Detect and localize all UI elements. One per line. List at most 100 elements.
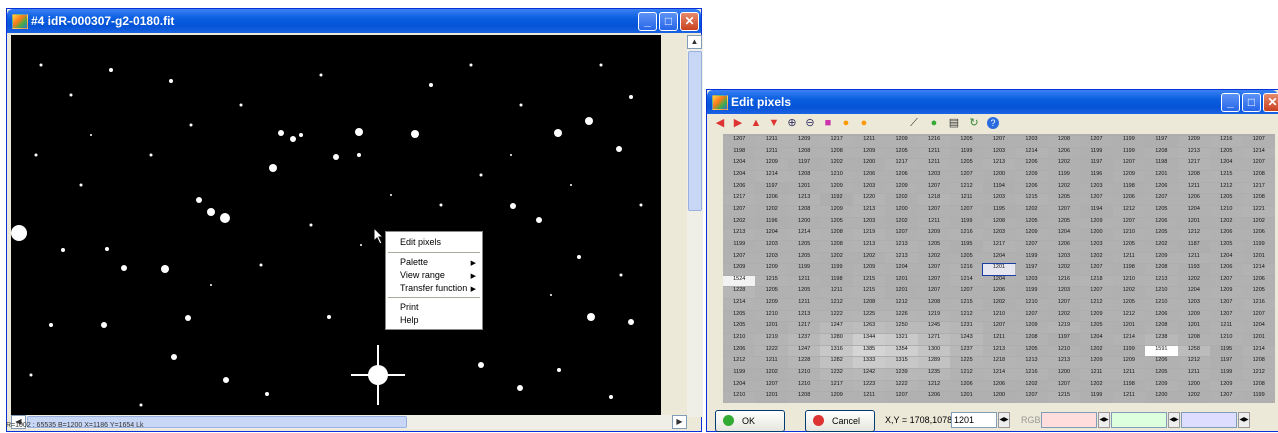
pixel-cell[interactable]: 1205 — [1080, 322, 1113, 334]
pixel-cell[interactable]: 1223 — [852, 380, 886, 392]
pixel-cell[interactable]: 1209 — [1177, 310, 1211, 322]
pixel-cell[interactable]: 1214 — [950, 275, 983, 287]
minimize-button[interactable]: _ — [638, 12, 657, 31]
pixel-cell[interactable]: 1209 — [1080, 310, 1113, 322]
pixel-cell[interactable]: 1209 — [885, 136, 918, 147]
pixel-cell[interactable]: 1591 — [1145, 345, 1178, 357]
pixel-cell[interactable]: 1211 — [1210, 322, 1243, 334]
rectangle-icon[interactable]: ■ — [821, 116, 835, 130]
pixel-cell[interactable]: 1207 — [1242, 159, 1275, 170]
pixel-cell[interactable]: 1195 — [1210, 345, 1243, 357]
pixel-cell[interactable]: 1203 — [1080, 182, 1113, 194]
pixel-cell[interactable]: 1218 — [917, 194, 951, 205]
pixel-cell[interactable]: 1315 — [885, 357, 918, 369]
pixel-cell[interactable]: 1203 — [1177, 299, 1211, 310]
pixel-cell[interactable]: 1213 — [852, 205, 886, 217]
pixel-cell[interactable]: 1232 — [820, 369, 853, 380]
pixel-cell[interactable]: 1354 — [885, 345, 918, 357]
pixel-cell[interactable]: 1199 — [1015, 252, 1048, 264]
printer-icon[interactable]: ▤ — [947, 116, 961, 130]
pixel-cell[interactable]: 1211 — [1112, 369, 1146, 380]
pixel-cell[interactable]: 1208 — [1145, 322, 1178, 334]
pixel-cell[interactable]: 1206 — [1047, 240, 1081, 252]
pixel-cell[interactable]: 1212 — [950, 369, 983, 380]
pixel-cell[interactable]: 1199 — [950, 217, 983, 229]
pixel-cell[interactable]: 1207 — [1210, 299, 1243, 310]
pixel-cell[interactable]: 1200 — [787, 217, 821, 229]
pixel-cell[interactable]: 1214 — [1242, 345, 1275, 357]
pixel-cell[interactable]: 1217 — [1177, 159, 1211, 170]
pixel-cell[interactable]: 1205 — [1242, 287, 1275, 299]
pixel-cell[interactable]: 1235 — [917, 369, 951, 380]
pixel-cell[interactable]: 1208 — [820, 147, 853, 159]
pixel-cell[interactable]: 1194 — [1080, 205, 1113, 217]
pixel-cell[interactable]: 1216 — [1210, 136, 1243, 147]
pixel-cell[interactable]: 1202 — [1080, 345, 1113, 357]
pixel-cell[interactable]: 1203 — [917, 170, 951, 182]
fit-image-window[interactable]: #4 idR-000307-g2-0180.fit _ □ ✕ ▲ ◀ ▶ — [6, 8, 703, 432]
pixel-cell[interactable]: 1211 — [852, 136, 886, 147]
pixel-cell[interactable]: 1205 — [1112, 240, 1146, 252]
pixel-cell[interactable]: 1202 — [982, 299, 1016, 310]
pixel-cell[interactable]: 1199 — [820, 264, 853, 275]
pixel-cell[interactable]: 1215 — [1015, 194, 1048, 205]
pixel-cell[interactable]: 1208 — [1242, 380, 1275, 392]
pixel-cell[interactable]: 1228 — [723, 287, 756, 299]
pixel-cell[interactable]: 1282 — [820, 357, 853, 369]
pixel-cell[interactable]: 1205 — [787, 287, 821, 299]
pixel-cell[interactable]: 1222 — [885, 380, 918, 392]
pixel-cell[interactable]: 1214 — [723, 299, 756, 310]
cancel-button[interactable]: Cancel — [805, 410, 875, 432]
pixel-cell[interactable]: 1205 — [950, 136, 983, 147]
menu-item-print[interactable]: Print — [400, 302, 419, 312]
pixel-cell[interactable]: 1211 — [1112, 252, 1146, 264]
pixel-cell[interactable]: 1217 — [885, 159, 918, 170]
blue-spinner[interactable]: ◀▶ — [1238, 412, 1250, 428]
pixel-cell[interactable]: 1207 — [1080, 136, 1113, 147]
pixel-cell[interactable]: 1225 — [950, 357, 983, 369]
pixel-cell[interactable]: 1216 — [1015, 369, 1048, 380]
pixel-cell[interactable]: 1202 — [1047, 182, 1081, 194]
pixel-cell[interactable]: 1205 — [1210, 240, 1243, 252]
edit-pixels-titlebar[interactable]: Edit pixels _ □ ✕ — [707, 90, 1278, 114]
pixel-cell[interactable]: 1208 — [787, 147, 821, 159]
green-value-field[interactable] — [1111, 412, 1167, 428]
pixel-cell[interactable]: 1203 — [1015, 136, 1048, 147]
pixel-cell[interactable]: 1344 — [852, 334, 886, 345]
pixel-cell[interactable]: 1206 — [852, 170, 886, 182]
pixel-cell[interactable]: 1210 — [723, 334, 756, 345]
pixel-cell[interactable]: 1199 — [723, 369, 756, 380]
pixel-cell[interactable]: 1201 — [1177, 217, 1211, 229]
pixel-cell[interactable]: 1210 — [1015, 299, 1048, 310]
pixel-cell[interactable]: 1203 — [755, 252, 788, 264]
arrow-down-icon[interactable]: ▼ — [767, 116, 781, 130]
pixel-cell[interactable]: 1203 — [1047, 287, 1081, 299]
pixel-cell[interactable]: 1198 — [1145, 159, 1178, 170]
pixel-cell[interactable]: 1205 — [787, 252, 821, 264]
pixel-cell[interactable]: 1205 — [1015, 345, 1048, 357]
pixel-cell[interactable]: 1211 — [755, 147, 788, 159]
pixel-cell[interactable]: 1213 — [1047, 357, 1081, 369]
pixel-cell[interactable]: 1196 — [755, 217, 788, 229]
pixel-cell[interactable]: 1197 — [787, 159, 821, 170]
pixel-cell[interactable]: 1221 — [1242, 205, 1275, 217]
pixel-cell[interactable]: 1205 — [1145, 369, 1178, 380]
pixel-cell[interactable]: 1219 — [917, 310, 951, 322]
value-spinner[interactable]: ◀▶ — [998, 412, 1010, 428]
pixel-cell[interactable]: 1209 — [852, 264, 886, 275]
pixel-cell[interactable]: 1207 — [1047, 205, 1081, 217]
pixel-cell[interactable]: 1222 — [820, 310, 853, 322]
pixel-cell[interactable]: 1207 — [1015, 310, 1048, 322]
pixel-cell[interactable]: 1209 — [1210, 380, 1243, 392]
pixel-cell[interactable]: 1237 — [787, 334, 821, 345]
pixel-cell[interactable]: 1212 — [1080, 299, 1113, 310]
orange-circle-2-icon[interactable]: ● — [857, 116, 871, 130]
pixel-cell[interactable]: 1333 — [852, 357, 886, 369]
pixel-cell[interactable]: 1210 — [755, 310, 788, 322]
pixel-cell[interactable]: 1200 — [982, 170, 1016, 182]
pixel-cell[interactable]: 1202 — [1145, 240, 1178, 252]
pixel-cell[interactable]: 1204 — [723, 170, 756, 182]
pixel-cell[interactable]: 1243 — [950, 334, 983, 345]
pixel-cell[interactable]: 1202 — [1112, 287, 1146, 299]
pixel-cell[interactable]: 1199 — [723, 240, 756, 252]
